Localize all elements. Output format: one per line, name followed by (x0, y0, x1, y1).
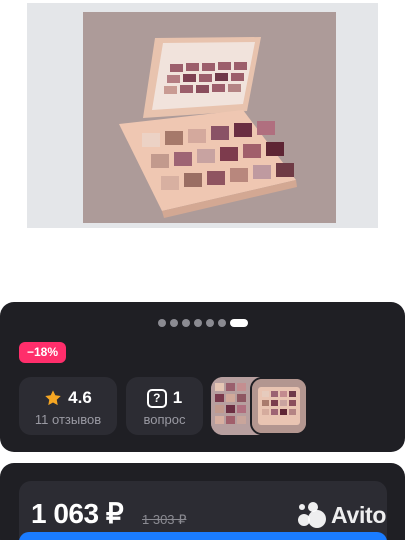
current-price: 1 063 ₽ (31, 498, 124, 529)
palette-thumbnail-2[interactable] (250, 377, 308, 435)
question-icon: ? (146, 388, 167, 408)
gallery-pagination[interactable] (0, 317, 405, 329)
questions-row: ? 1 (126, 388, 203, 408)
questions-card[interactable]: ? 1 вопрос (126, 377, 203, 435)
avito-watermark: Avito (297, 500, 386, 530)
reviews-count: 11 отзывов (34, 412, 102, 427)
pagination-dot[interactable] (169, 319, 178, 327)
pagination-dot[interactable] (193, 319, 202, 327)
star-icon (45, 390, 61, 406)
avito-wordmark: Avito (331, 501, 387, 528)
rating-value: 4.6 (68, 388, 92, 407)
questions-count: 1 (172, 388, 183, 407)
rating-row: 4.6 (19, 388, 117, 408)
pagination-dot[interactable] (181, 319, 190, 327)
buy-button[interactable] (19, 532, 387, 540)
pagination-dot[interactable] (205, 319, 214, 327)
questions-label: вопрос (143, 412, 186, 427)
discount-badge: −18% (19, 342, 67, 363)
pagination-dot[interactable] (217, 319, 226, 327)
rating-card[interactable]: 4.6 11 отзывов (19, 377, 117, 435)
palette-illustration (83, 12, 336, 223)
pagination-dot-active[interactable] (229, 319, 248, 327)
thumbnail-image (252, 379, 306, 433)
avito-logo-icon (298, 502, 326, 528)
pagination-dot[interactable] (157, 319, 166, 327)
eyeshadow-palette-photo (83, 12, 336, 223)
product-photo-area[interactable] (27, 3, 378, 228)
old-price: 1 303 ₽ (142, 512, 187, 527)
product-page: −18% 4.6 11 отзывов ? 1 вопрос 1 063 ₽ 1… (0, 0, 405, 540)
